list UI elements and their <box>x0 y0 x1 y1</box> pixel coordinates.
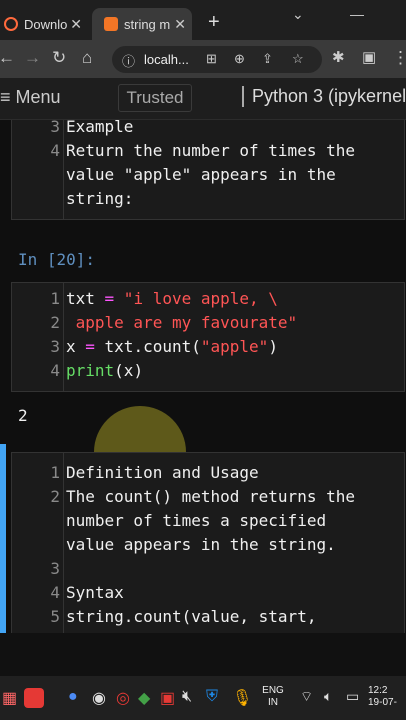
line-text: The count() method returns the <box>66 487 355 506</box>
code-token: x <box>66 337 86 356</box>
tray-app-icon[interactable]: ● <box>68 688 78 706</box>
code-token: ) <box>268 337 278 356</box>
language-indicator[interactable]: ENG IN <box>260 685 286 709</box>
translate-icon[interactable]: ⊞ <box>206 51 217 67</box>
close-tab-icon[interactable]: ✕ <box>174 16 186 33</box>
line-gutter <box>63 453 64 633</box>
forward-icon[interactable]: → <box>24 48 41 68</box>
share-icon[interactable]: ⇪ <box>262 51 273 67</box>
tab-search-icon[interactable]: ⌄ <box>292 6 304 23</box>
line-number: 3 <box>50 559 60 578</box>
line-number: 1 <box>50 289 60 308</box>
windows-taskbar: ▦ ● ◉ ◎ ◆ ▣ 🔇︎ ⛨ 🎙︎ ENG IN ⌔ 🔈︎ ▭ 12:2 19-… <box>0 676 406 720</box>
code-token: txt <box>66 289 105 308</box>
line-gutter <box>63 120 64 219</box>
line-text: Example <box>66 120 134 136</box>
line-text: number of times a specified <box>66 511 327 530</box>
home-icon[interactable]: ⌂ <box>82 48 92 68</box>
code-token: txt.count( <box>94 337 201 356</box>
line-number: 4 <box>50 141 60 160</box>
line-number: 3 <box>50 337 60 356</box>
line-text: txt = "i love apple, \ <box>66 289 278 308</box>
line-number: 4 <box>50 583 60 602</box>
tab-downloads[interactable]: Downlo ✕ <box>0 8 88 40</box>
address-bar[interactable]: ⓘ localh... ⊞ ⊕ ⇪ ☆ <box>112 46 322 73</box>
line-gutter <box>63 283 64 391</box>
kernel-name[interactable]: Python 3 (ipykernel <box>242 86 406 107</box>
line-number: 2 <box>50 487 60 506</box>
wifi-icon[interactable]: ⌔ <box>300 688 313 706</box>
trusted-indicator[interactable]: Trusted <box>118 84 192 112</box>
line-text: value appears in the string. <box>66 535 336 554</box>
line-number: 5 <box>50 607 60 626</box>
tray-app-icon[interactable]: ◉ <box>92 688 106 708</box>
new-tab-button[interactable]: + <box>208 11 220 34</box>
app-icon[interactable]: ▦ <box>2 688 17 708</box>
line-text: Syntax <box>66 583 124 602</box>
string-token: "i love apple, \ <box>114 289 278 308</box>
markdown-cell[interactable]: 3 Example 4 Return the number of times the… <box>11 120 405 220</box>
time-text: 12:2 <box>368 685 388 696</box>
selected-cell-indicator <box>0 444 6 633</box>
speaker-muted-icon[interactable]: 🔇︎ <box>182 688 192 706</box>
keyword-token: print <box>66 361 115 380</box>
extensions-icon[interactable]: ✱ <box>332 48 345 66</box>
clock[interactable]: 12:2 19-07- <box>368 685 406 709</box>
info-icon[interactable]: ⓘ <box>122 51 135 70</box>
sidepanel-icon[interactable]: ▣ <box>362 48 376 66</box>
string-token: "apple" <box>200 337 269 356</box>
string-token: apple are my favourate" <box>66 313 298 332</box>
notebook-area: 3 Example 4 Return the number of times the… <box>0 120 406 633</box>
minimize-button[interactable]: — <box>350 6 364 22</box>
volume-icon[interactable]: 🔈︎ <box>324 688 332 705</box>
code-token: (x) <box>114 361 144 380</box>
snip-app-icon[interactable] <box>24 688 44 708</box>
markdown-cell-selected[interactable]: 1 Definition and Usage 2 The count() metho… <box>11 452 405 633</box>
url-text: localh... <box>144 52 189 67</box>
tray-app-icon[interactable]: ◎ <box>116 688 130 708</box>
battery-icon[interactable]: ▭ <box>346 688 359 705</box>
back-icon[interactable]: ← <box>0 48 15 68</box>
jupyter-toolbar: ≡ Menu Trusted Python 3 (ipykernel <box>0 78 406 120</box>
tray-app-icon[interactable]: ▣ <box>160 688 175 708</box>
cell-output: 2 <box>18 406 28 425</box>
input-prompt: In [20]: <box>18 250 96 269</box>
menu-button[interactable]: ≡ Menu <box>0 87 61 108</box>
date-text: 19-07- <box>368 697 397 708</box>
star-icon[interactable]: ☆ <box>292 51 304 67</box>
operator-token: = <box>85 337 95 356</box>
reload-icon[interactable]: ↻ <box>52 48 66 68</box>
language-code: ENG <box>262 685 284 696</box>
region-code: IN <box>268 697 278 708</box>
line-number: 1 <box>50 463 60 482</box>
browser-toolbar: ← → ↻ ⌂ ⓘ localh... ⊞ ⊕ ⇪ ☆ ✱ ▣ ⋮ <box>0 40 406 78</box>
close-tab-icon[interactable]: ✕ <box>70 16 82 33</box>
line-number: 4 <box>50 361 60 380</box>
line-text: string.count(value, start, <box>66 607 317 626</box>
line-number: 2 <box>50 313 60 332</box>
line-text: string: <box>66 189 134 208</box>
line-text: value "apple" appears in the <box>66 165 336 184</box>
line-text: Return the number of times the <box>66 141 355 160</box>
tab-title: string m <box>124 16 171 32</box>
tray-app-icon[interactable]: ◆ <box>138 688 150 708</box>
line-text: x = txt.count("apple") <box>66 337 278 356</box>
line-number: 3 <box>50 120 60 136</box>
tab-title: Downlo <box>24 16 68 32</box>
line-text: Definition and Usage <box>66 463 259 482</box>
jupyter-favicon-icon <box>104 17 118 31</box>
code-cell[interactable]: 1 txt = "i love apple, \ 2 apple are my f… <box>11 282 405 392</box>
microphone-icon[interactable]: 🎙︎ <box>232 688 252 708</box>
line-text: print(x) <box>66 361 143 380</box>
browser-tab-strip: Downlo ✕ string m ✕ + ⌄ — <box>0 0 406 44</box>
downloads-favicon-icon <box>4 17 18 31</box>
menu-icon[interactable]: ⋮ <box>392 48 406 68</box>
operator-token: = <box>104 289 115 308</box>
tab-string-methods[interactable]: string m ✕ <box>92 8 192 40</box>
zoom-icon[interactable]: ⊕ <box>234 51 245 67</box>
shield-icon[interactable]: ⛨ <box>206 688 218 706</box>
